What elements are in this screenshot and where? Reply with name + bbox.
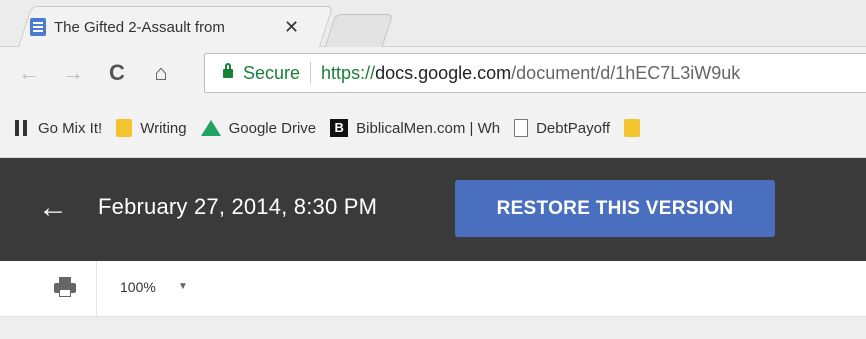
browser-navbar: ← → C ⌂ Secure https://docs.google.com/d…	[0, 47, 866, 99]
revision-date: February 27, 2014, 8:30 PM	[98, 194, 378, 219]
lock-icon[interactable]	[223, 62, 233, 78]
bookmark-label: Go Mix It!	[38, 119, 103, 137]
document-canvas	[0, 317, 866, 339]
url-text[interactable]: https://docs.google.com/document/d/1hEC7…	[321, 63, 740, 84]
back-arrow-icon[interactable]: ←	[38, 191, 68, 225]
page-icon	[514, 119, 529, 137]
docs-icon	[30, 18, 46, 36]
bookmark-label: DebtPayoff	[536, 119, 611, 137]
omnibox-divider	[310, 62, 312, 84]
drive-icon	[200, 120, 221, 136]
url-host: docs.google.com	[375, 62, 512, 83]
bookmark-writing[interactable]: Writing	[116, 119, 187, 137]
bookmark-label: BiblicalMen.com | Wh	[356, 119, 501, 137]
bookmark-label: Writing	[140, 119, 187, 137]
forward-arrow-icon[interactable]: →	[58, 58, 88, 88]
folder-icon	[116, 119, 133, 137]
new-tab-button[interactable]	[324, 14, 394, 47]
url-path: /document/d/1hEC7L3iW9uk	[511, 62, 741, 83]
gomix-icon	[14, 119, 30, 137]
bookmark-biblicalmen[interactable]: B BiblicalMen.com | Wh	[330, 119, 500, 137]
biblical-icon: B	[330, 119, 349, 137]
folder-icon	[624, 119, 641, 137]
bookmarks-bar: Go Mix It! Writing Google Drive B Biblic…	[0, 99, 866, 158]
secure-label[interactable]: Secure	[243, 63, 300, 84]
bookmark-gomix[interactable]: Go Mix It!	[14, 119, 102, 137]
toolbar-divider	[96, 261, 97, 316]
zoom-value[interactable]: 100%	[120, 279, 156, 295]
bookmark-google-drive[interactable]: Google Drive	[200, 119, 317, 137]
restore-version-button[interactable]: RESTORE THIS VERSION	[455, 180, 775, 237]
active-tab-content[interactable]: The Gifted 2-Assault from ✕	[30, 12, 330, 42]
bookmark-debtpayoff[interactable]: DebtPayoff	[514, 119, 610, 137]
bookmark-folder-partial[interactable]	[624, 119, 641, 137]
revision-header: ← February 27, 2014, 8:30 PM RESTORE THI…	[0, 158, 866, 261]
print-icon[interactable]	[54, 277, 76, 297]
browser-tabstrip: The Gifted 2-Assault from ✕	[0, 0, 866, 47]
home-icon[interactable]: ⌂	[146, 58, 176, 88]
url-scheme: https://	[321, 62, 376, 83]
address-bar[interactable]: Secure https://docs.google.com/document/…	[204, 53, 866, 93]
tab-title: The Gifted 2-Assault from	[54, 18, 225, 36]
back-arrow-icon[interactable]: ←	[14, 58, 44, 88]
chevron-down-icon[interactable]: ▼	[178, 281, 188, 292]
close-icon[interactable]: ✕	[284, 17, 299, 38]
reload-icon[interactable]: C	[102, 58, 132, 88]
docs-toolbar: 100% ▼	[0, 261, 866, 317]
bookmark-label: Google Drive	[228, 119, 317, 137]
